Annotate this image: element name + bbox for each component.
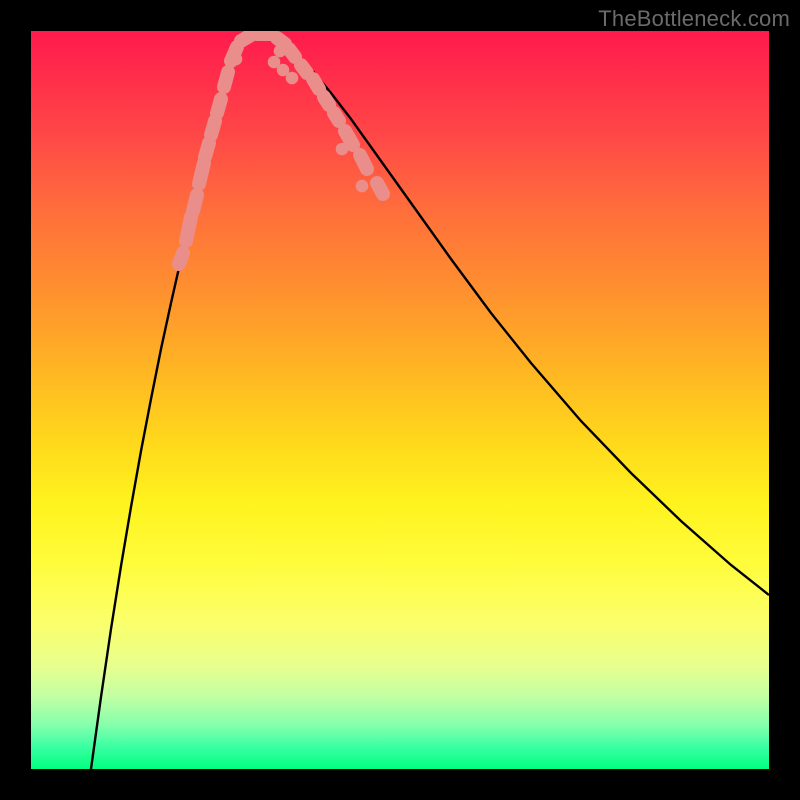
plot-area <box>31 31 769 769</box>
bottleneck-curve <box>91 33 769 769</box>
curve-layer <box>31 31 769 769</box>
highlight-points <box>179 34 383 264</box>
chart-frame: TheBottleneck.com <box>0 0 800 800</box>
watermark-text: TheBottleneck.com <box>598 6 790 32</box>
